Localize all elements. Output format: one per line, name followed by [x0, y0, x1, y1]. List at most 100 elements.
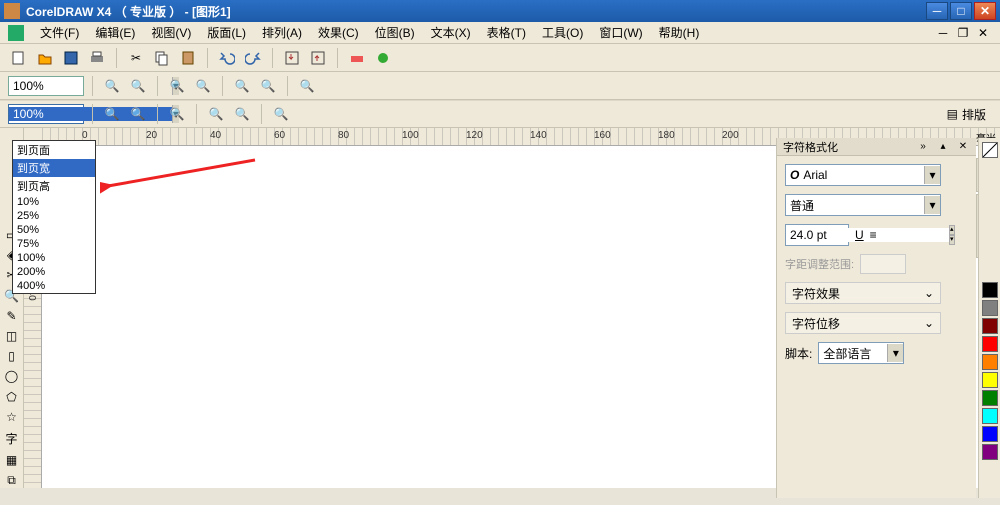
menu-file[interactable]: 文件(F) [32, 22, 87, 43]
cut-button[interactable]: ✂ [125, 47, 147, 69]
menu-view[interactable]: 视图(V) [143, 22, 199, 43]
hruler-tick: 40 [210, 130, 221, 141]
color-swatch[interactable] [982, 336, 998, 352]
menu-bitmaps[interactable]: 位图(B) [367, 22, 423, 43]
hruler-tick: 140 [530, 130, 547, 141]
import-button[interactable] [281, 47, 303, 69]
table-tool[interactable]: ▦ [2, 453, 22, 467]
font-select[interactable]: O Arial ▾ [785, 164, 941, 186]
ellipse-tool[interactable]: ◯ [2, 369, 22, 383]
color-swatch[interactable] [982, 282, 998, 298]
underline-icon[interactable]: U [855, 228, 864, 242]
menu-effects[interactable]: 效果(C) [310, 22, 367, 43]
color-swatch[interactable] [982, 408, 998, 424]
spin-down-icon[interactable]: ▾ [949, 235, 955, 245]
copy-button[interactable] [151, 47, 173, 69]
polygon-tool[interactable]: ⬠ [2, 390, 22, 404]
menu-tools[interactable]: 工具(O) [534, 22, 591, 43]
spin-up-icon[interactable]: ▴ [949, 225, 955, 235]
zoom-option[interactable]: 400% [13, 279, 95, 293]
zoom-option[interactable]: 到页面 [13, 141, 95, 159]
font-style-select[interactable]: 普通 ▾ [785, 194, 941, 216]
zoom-option[interactable]: 到页高 [13, 177, 95, 195]
zoom-page-icon[interactable]: 🔍 [231, 75, 253, 97]
minimize-button[interactable]: ─ [926, 2, 948, 20]
print-button[interactable] [86, 47, 108, 69]
zoom-option[interactable]: 10% [13, 195, 95, 209]
size-value[interactable] [786, 228, 949, 242]
maximize-button[interactable]: □ [950, 2, 972, 20]
smart-tool[interactable]: ◫ [2, 329, 22, 343]
export-button[interactable] [307, 47, 329, 69]
app-launcher-button[interactable] [346, 47, 368, 69]
freehand-tool[interactable]: ✎ [2, 309, 22, 323]
blend-tool[interactable]: ⧉ [2, 473, 22, 488]
new-button[interactable] [8, 47, 30, 69]
zoom-combo-2[interactable]: ▾ [8, 104, 84, 124]
char-shift-expand[interactable]: 字符位移 ⌄ [785, 312, 941, 334]
welcome-button[interactable] [372, 47, 394, 69]
menu-window[interactable]: 窗口(W) [591, 22, 650, 43]
zoom-in-icon-2[interactable]: 🔍 [101, 103, 123, 125]
zoom-height-icon[interactable]: 🔍 [296, 75, 318, 97]
docker-expand-icon[interactable]: » [916, 140, 930, 154]
undo-button[interactable] [216, 47, 238, 69]
doc-restore-button[interactable]: ❐ [954, 26, 972, 40]
arrange-label[interactable]: 排版 [962, 106, 986, 123]
zoom-out-icon-2[interactable]: 🔍 [127, 103, 149, 125]
close-button[interactable]: ✕ [974, 2, 996, 20]
docker-close-icon[interactable]: ✕ [956, 140, 970, 154]
zoom-option[interactable]: 75% [13, 237, 95, 251]
chevron-down-icon[interactable]: ▾ [924, 196, 940, 214]
color-swatch[interactable] [982, 300, 998, 316]
line-style-icon[interactable]: ≡ [870, 228, 877, 242]
zoom-all-icon[interactable]: 🔍 [192, 75, 214, 97]
font-size-input[interactable]: ▴▾ [785, 224, 849, 246]
zoom-width-icon[interactable]: 🔍 [257, 75, 279, 97]
color-swatch[interactable] [982, 444, 998, 460]
no-color-swatch[interactable] [982, 142, 998, 158]
docker-pin-icon[interactable]: ▴ [936, 140, 950, 154]
shapes-tool[interactable]: ☆ [2, 410, 22, 424]
zoom-out-icon[interactable]: 🔍 [127, 75, 149, 97]
color-swatch[interactable] [982, 372, 998, 388]
color-swatch[interactable] [982, 426, 998, 442]
zoom-dropdown-list[interactable]: 到页面到页宽到页高10%25%50%75%100%200%400% [12, 140, 96, 294]
save-button[interactable] [60, 47, 82, 69]
char-effects-expand[interactable]: 字符效果 ⌄ [785, 282, 941, 304]
menu-text[interactable]: 文本(X) [423, 22, 479, 43]
color-swatch[interactable] [982, 354, 998, 370]
chevron-down-icon[interactable]: ▾ [887, 344, 903, 362]
menu-edit[interactable]: 编辑(E) [87, 22, 143, 43]
color-swatch[interactable] [982, 390, 998, 406]
char-format-docker: 字符格式化 » ▴ ✕ O Arial ▾ 普通 ▾ ▴▾ U ≡ 字距调整范围… [776, 138, 976, 498]
zoom-page-icon-2[interactable]: 🔍 [231, 103, 253, 125]
zoom-selection-icon[interactable]: 🔍 [166, 75, 188, 97]
zoom-option[interactable]: 100% [13, 251, 95, 265]
zoom-width-icon-2[interactable]: 🔍 [270, 103, 292, 125]
menu-layout[interactable]: 版面(L) [199, 22, 254, 43]
zoom-option[interactable]: 200% [13, 265, 95, 279]
text-tool[interactable]: 字 [2, 430, 22, 447]
script-select[interactable]: 全部语言 ▾ [818, 342, 904, 364]
zoom-combo-1[interactable]: ▾ [8, 76, 84, 96]
zoom-all-icon-2[interactable]: 🔍 [205, 103, 227, 125]
paste-button[interactable] [177, 47, 199, 69]
rect-tool[interactable]: ▯ [2, 349, 22, 363]
open-button[interactable] [34, 47, 56, 69]
zoom-option[interactable]: 25% [13, 209, 95, 223]
zoom-option[interactable]: 50% [13, 223, 95, 237]
docker-header[interactable]: 字符格式化 » ▴ ✕ [777, 138, 976, 156]
menu-arrange[interactable]: 排列(A) [254, 22, 310, 43]
doc-close-button[interactable]: ✕ [974, 26, 992, 40]
menu-table[interactable]: 表格(T) [479, 22, 534, 43]
redo-button[interactable] [242, 47, 264, 69]
chevron-down-icon[interactable]: ▾ [924, 166, 940, 184]
chevron-down-icon: ⌄ [924, 316, 934, 330]
zoom-option[interactable]: 到页宽 [13, 159, 95, 177]
doc-minimize-button[interactable]: ─ [934, 26, 952, 40]
menu-help[interactable]: 帮助(H) [651, 22, 708, 43]
zoom-in-icon[interactable]: 🔍 [101, 75, 123, 97]
color-swatch[interactable] [982, 318, 998, 334]
zoom-sel-icon-2[interactable]: 🔍 [166, 103, 188, 125]
